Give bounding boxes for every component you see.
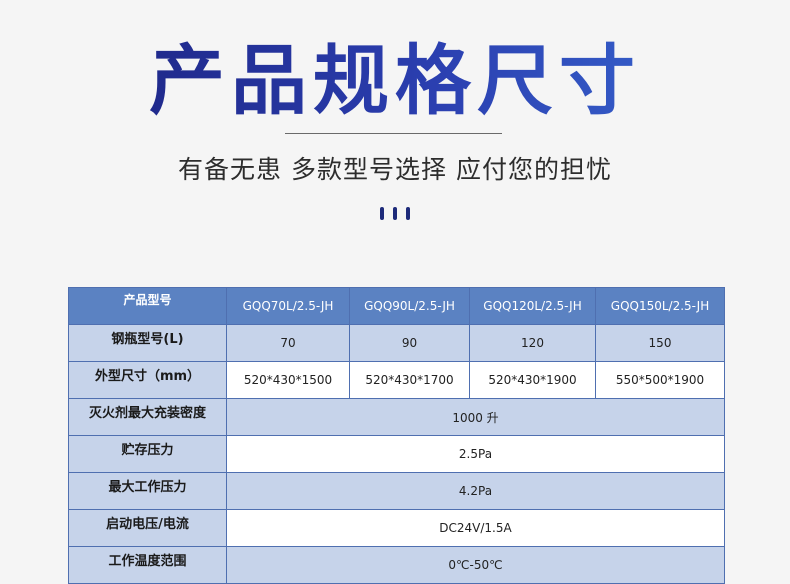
model-cell: GQQ70L/2.5-JH [226,287,350,325]
row-label-size: 外型尺寸（mm） [68,361,227,399]
density-value: 1000 升 [226,398,725,436]
table-row: 钢瓶型号(L) 70 90 120 150 [68,324,725,362]
bottle-cell: 90 [349,324,470,362]
model-cell: GQQ150L/2.5-JH [595,287,725,325]
decorative-bars [380,207,410,221]
model-cell: GQQ90L/2.5-JH [349,287,470,325]
page-title: 产品规格尺寸 [0,36,790,126]
bottle-cell: 150 [595,324,725,362]
temp-value: 0℃-50℃ [226,546,725,584]
bottle-cell: 120 [469,324,596,362]
decor-bar [406,207,410,220]
page-subtitle: 有备无患 多款型号选择 应付您的担忧 [178,155,612,184]
table-row: 最大工作压力 4.2Pa [68,472,725,510]
table-row: 产品型号 GQQ70L/2.5-JH GQQ90L/2.5-JH GQQ120L… [68,287,725,325]
table-row: 启动电压/电流 DC24V/1.5A [68,509,725,547]
size-cell: 520*430*1500 [226,361,350,399]
table-row: 工作温度范围 0℃-50℃ [68,546,725,584]
row-label-temp: 工作温度范围 [68,546,227,584]
table-row: 贮存压力 2.5Pa [68,435,725,473]
row-label-start: 启动电压/电流 [68,509,227,547]
row-label-working: 最大工作压力 [68,472,227,510]
table-row: 外型尺寸（mm） 520*430*1500 520*430*1700 520*4… [68,361,725,399]
decor-bar [393,207,397,220]
start-value: DC24V/1.5A [226,509,725,547]
size-cell: 520*430*1700 [349,361,470,399]
size-cell: 520*430*1900 [469,361,596,399]
title-divider [285,133,502,134]
working-value: 4.2Pa [226,472,725,510]
row-label-density: 灭火剂最大充装密度 [68,398,227,436]
model-cell: GQQ120L/2.5-JH [469,287,596,325]
row-label-storage: 贮存压力 [68,435,227,473]
bottle-cell: 70 [226,324,350,362]
spec-table: 产品型号 GQQ70L/2.5-JH GQQ90L/2.5-JH GQQ120L… [68,287,725,584]
storage-value: 2.5Pa [226,435,725,473]
row-label-model: 产品型号 [68,287,227,325]
row-label-bottle: 钢瓶型号(L) [68,324,227,362]
size-cell: 550*500*1900 [595,361,725,399]
table-row: 灭火剂最大充装密度 1000 升 [68,398,725,436]
decor-bar [380,207,384,220]
